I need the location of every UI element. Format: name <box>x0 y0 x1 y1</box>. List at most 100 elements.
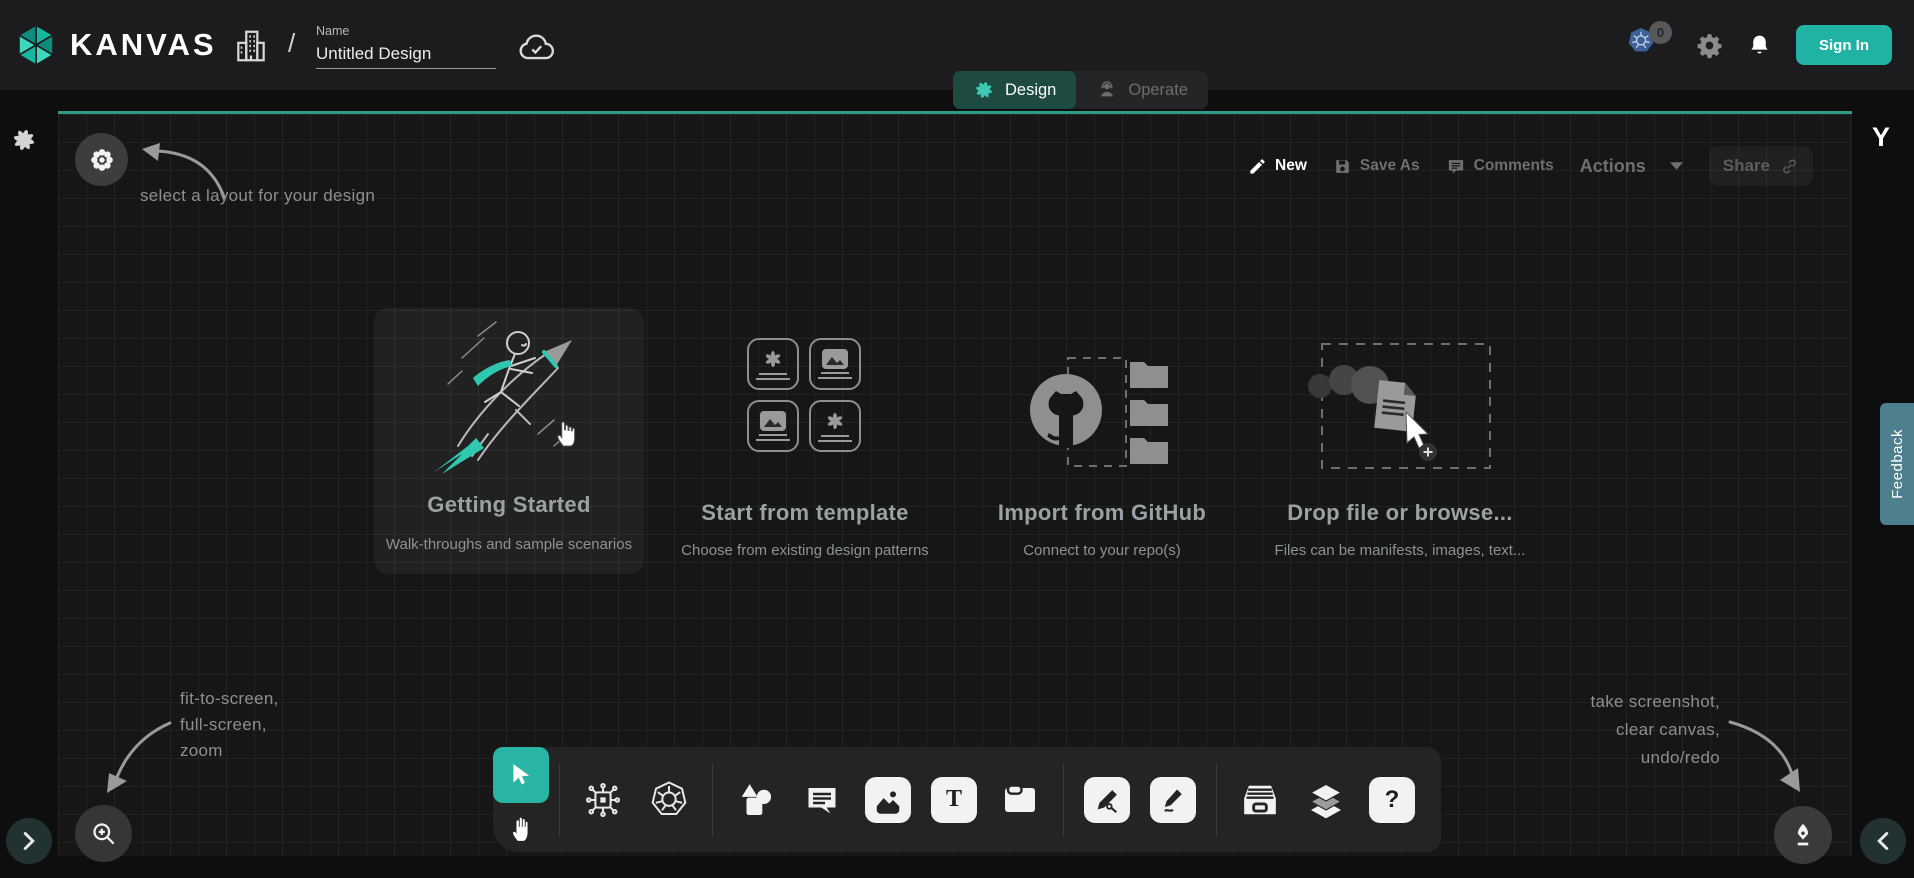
getting-started-text: Getting Started Walk-throughs and sample… <box>374 492 644 553</box>
bottom-left-hint: fit-to-screen, full-screen, zoom <box>180 686 279 764</box>
select-arrow-icon <box>508 762 534 788</box>
hint-line: full-screen, <box>180 712 279 738</box>
text-tool-glyph: T <box>946 786 962 813</box>
toolbar-divider <box>559 764 560 836</box>
card-subtitle: Connect to your repo(s) <box>967 542 1237 559</box>
share-button[interactable]: Share <box>1709 146 1813 186</box>
hint-line: fit-to-screen, <box>180 686 279 712</box>
layout-hint-text: select a layout for your design <box>140 186 375 206</box>
screenshot-pen-button[interactable] <box>1774 806 1832 864</box>
hint-line: take screenshot, <box>1510 688 1720 716</box>
comment-tool-button[interactable] <box>799 777 845 823</box>
design-name-label: Name <box>316 24 496 38</box>
caret-down-icon <box>1670 162 1683 170</box>
app-header: KANVAS / Name <box>0 0 1914 90</box>
feedback-label: Feedback <box>1889 429 1906 499</box>
card-title: Import from GitHub <box>967 500 1237 526</box>
drop-file-card[interactable]: Drop file or browse... Files can be mani… <box>1265 500 1535 559</box>
pen-nib-icon <box>1789 821 1817 849</box>
bottom-right-hint: take screenshot, clear canvas, undo/redo <box>1510 688 1720 772</box>
y-shortcut-icon[interactable]: Y <box>1872 122 1890 153</box>
hint-line: undo/redo <box>1510 744 1720 772</box>
cloud-sync-status-icon <box>518 32 556 62</box>
kubernetes-count-badge: 0 <box>1649 21 1672 44</box>
hint-line: zoom <box>180 738 279 764</box>
shapes-tool-button[interactable] <box>733 777 779 823</box>
template-tile-spiral <box>809 400 861 452</box>
kubernetes-tool-button[interactable] <box>646 777 692 823</box>
comment-icon <box>1446 157 1466 176</box>
design-name-group: Name <box>316 24 496 69</box>
layout-flower-icon <box>89 147 115 173</box>
new-button[interactable]: New <box>1248 157 1307 176</box>
actions-menu-button[interactable]: Actions <box>1580 156 1683 177</box>
chevron-left-icon <box>1876 831 1890 851</box>
pencil-icon <box>1248 157 1267 176</box>
kanvas-hexagon-icon <box>14 23 58 67</box>
notifications-bell-icon[interactable] <box>1747 32 1772 59</box>
canvas-toolbar: T ? <box>493 747 1441 852</box>
toolbar-divider <box>712 764 713 836</box>
layers-button[interactable] <box>1303 777 1349 823</box>
mode-tabs: Design Operate <box>953 71 1208 109</box>
card-title: Getting Started <box>374 492 644 518</box>
breadcrumb-separator: / <box>288 28 295 59</box>
help-glyph: ? <box>1385 786 1400 814</box>
card-subtitle: Files can be manifests, images, text... <box>1265 542 1535 559</box>
text-tool-button[interactable]: T <box>931 777 977 823</box>
card-subtitle: Walk-throughs and sample scenarios <box>374 536 644 553</box>
comments-label: Comments <box>1474 157 1554 175</box>
toolbar-divider <box>1216 764 1217 836</box>
select-tool-button[interactable] <box>493 747 549 803</box>
share-label: Share <box>1723 156 1770 176</box>
meshery-spiral-icon[interactable] <box>10 126 38 154</box>
start-from-template-card[interactable]: Start from template Choose from existing… <box>670 500 940 559</box>
brand-name: KANVAS <box>70 27 217 63</box>
select-tool-group <box>493 747 549 852</box>
tab-design[interactable]: Design <box>953 71 1076 109</box>
import-from-github-card[interactable]: Import from GitHub Connect to your repo(… <box>967 500 1237 559</box>
toolbar-divider <box>1063 764 1064 836</box>
settings-gear-icon[interactable] <box>1696 32 1723 59</box>
template-tile-image <box>747 400 799 452</box>
template-tile-image <box>809 338 861 390</box>
expand-right-panel-button[interactable] <box>1860 818 1906 864</box>
pencil-tool-button[interactable] <box>1150 777 1196 823</box>
comments-button[interactable]: Comments <box>1446 157 1554 176</box>
link-icon <box>1780 157 1799 176</box>
brand-logo: KANVAS <box>14 23 217 67</box>
expand-left-panel-button[interactable] <box>6 818 52 864</box>
template-tile-spiral <box>747 338 799 390</box>
component-tool-button[interactable] <box>580 777 626 823</box>
layout-picker-button[interactable] <box>75 133 128 186</box>
zoom-controls-button[interactable] <box>75 805 132 862</box>
hint-line: clear canvas, <box>1510 716 1720 744</box>
header-right-controls: 0 Sign In <box>1626 0 1892 90</box>
note-tool-button[interactable] <box>997 777 1043 823</box>
chevron-right-icon <box>22 831 36 851</box>
design-name-input[interactable] <box>316 42 496 69</box>
canvas-action-row: New Save As Comments Actions Share <box>1248 146 1813 186</box>
save-icon <box>1333 157 1352 176</box>
template-tiles[interactable] <box>747 338 861 452</box>
operate-headset-icon <box>1096 79 1118 101</box>
card-title: Start from template <box>670 500 940 526</box>
kubernetes-context-button[interactable]: 0 <box>1626 25 1672 65</box>
sign-in-button[interactable]: Sign In <box>1796 25 1892 65</box>
save-as-button[interactable]: Save As <box>1333 157 1420 176</box>
save-as-label: Save As <box>1360 157 1420 175</box>
import-drawer-button[interactable] <box>1237 777 1283 823</box>
new-label: New <box>1275 157 1307 175</box>
organization-icon[interactable] <box>232 26 270 66</box>
card-title: Drop file or browse... <box>1265 500 1535 526</box>
tab-operate[interactable]: Operate <box>1076 71 1208 109</box>
magnifier-plus-icon <box>90 820 117 847</box>
pen-tool-button[interactable] <box>1084 777 1130 823</box>
hand-pan-icon <box>508 814 534 842</box>
design-spiral-icon <box>973 79 995 101</box>
help-button[interactable]: ? <box>1369 777 1415 823</box>
image-tool-button[interactable] <box>865 777 911 823</box>
actions-label: Actions <box>1580 156 1646 177</box>
pan-tool-button[interactable] <box>493 803 549 852</box>
feedback-button[interactable]: Feedback <box>1880 403 1914 525</box>
